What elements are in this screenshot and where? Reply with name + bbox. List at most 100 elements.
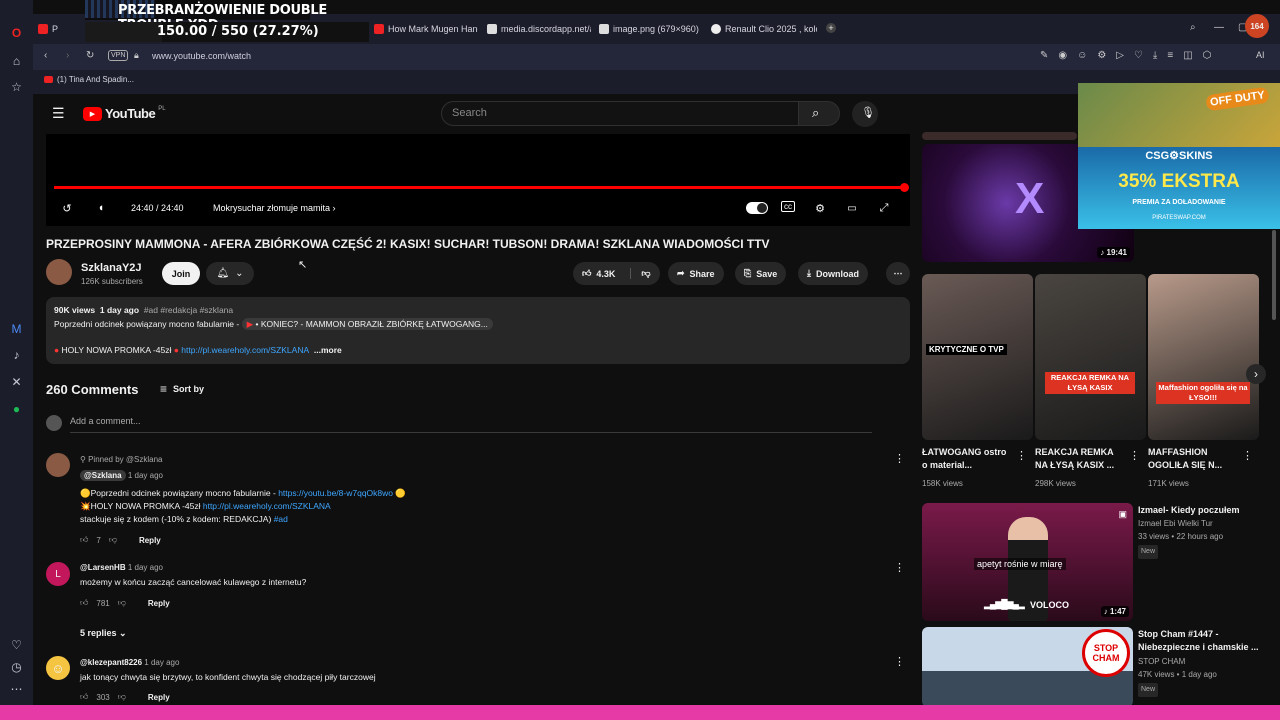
thumbs-down-icon[interactable]: 👎︎: [109, 535, 117, 545]
comment-avatar[interactable]: [46, 453, 70, 477]
youtube-logo[interactable]: ▶ YouTube PL: [83, 106, 166, 121]
short-title[interactable]: MAFFASHION OGOLIŁA SIĘ N...: [1148, 446, 1238, 472]
subscribe-notifications-button[interactable]: 🔔︎ ⌄: [206, 262, 254, 285]
replies-toggle[interactable]: 5 replies ⌄: [80, 628, 127, 639]
spotify-icon[interactable]: ●: [8, 400, 25, 417]
tab-3[interactable]: image.png (679×960): [599, 18, 703, 40]
search-button[interactable]: ⌕: [798, 101, 840, 126]
history-icon[interactable]: ◷: [8, 658, 25, 675]
share-button[interactable]: ➦ Share: [668, 262, 724, 285]
home-icon[interactable]: ⌂: [8, 52, 25, 69]
show-more-link[interactable]: ...more: [314, 345, 342, 355]
comment-link[interactable]: https://youtu.be/8-w7qqOk8wo: [278, 488, 393, 498]
related-title[interactable]: Izmael- Kiedy poczułem: [1138, 504, 1256, 517]
thumbs-down-icon[interactable]: 👎︎: [118, 598, 126, 608]
tab-2[interactable]: media.discordapp.net/att: [487, 18, 591, 40]
chevron-right-icon[interactable]: ›: [1246, 364, 1266, 384]
fullscreen-icon[interactable]: ⤢: [877, 201, 891, 215]
comment-avatar[interactable]: L: [46, 562, 70, 586]
minimize-icon[interactable]: —: [1214, 22, 1224, 33]
related-channel[interactable]: STOP CHAM: [1138, 656, 1185, 668]
reply-button[interactable]: Reply: [148, 693, 170, 702]
reply-button[interactable]: Reply: [148, 599, 170, 608]
thumbs-down-icon[interactable]: 👎︎: [118, 692, 126, 702]
star-icon[interactable]: ☆: [8, 78, 25, 95]
more-actions-button[interactable]: ⋯: [886, 262, 910, 285]
comment-time[interactable]: 1 day ago: [128, 471, 163, 480]
comment-menu-icon[interactable]: ⋮: [894, 655, 905, 668]
comment-time[interactable]: 1 day ago: [144, 658, 179, 667]
reply-button[interactable]: Reply: [139, 536, 161, 545]
search-tabs-icon[interactable]: ⌕: [1190, 22, 1196, 33]
author-chip[interactable]: @Szklana: [80, 470, 126, 481]
back-icon[interactable]: ‹: [44, 50, 47, 61]
short-thumbnail-2[interactable]: Maffashion ogoliła się na ŁYSO!!!: [1148, 274, 1259, 440]
bookmark-item[interactable]: (1) Tina And Spadin...: [44, 75, 134, 84]
short-thumbnail-0[interactable]: KRYTYCZNE O TVP: [922, 274, 1033, 440]
short-title[interactable]: ŁATWOGANG ostro o material...: [922, 446, 1012, 472]
add-comment-input[interactable]: Add a comment...: [70, 416, 872, 433]
url-field[interactable]: www.youtube.com/watch: [152, 51, 251, 61]
forward-icon[interactable]: ›: [66, 50, 69, 61]
short-menu-icon[interactable]: ⋮: [1242, 449, 1253, 462]
autoplay-toggle[interactable]: [746, 202, 768, 214]
author-name[interactable]: @klezepant8226: [80, 658, 142, 667]
x-icon[interactable]: ✕: [8, 373, 25, 390]
tab-4[interactable]: Renault Clio 2025 , kolor p: [711, 18, 817, 40]
aria-ai-button[interactable]: AI: [1256, 50, 1265, 60]
toolbar-extension-icons[interactable]: ✎◉☺⚙▷♡⤓≡◫⬡: [1040, 50, 1221, 61]
promo-link[interactable]: http://pl.weareholy.com/SZKLANA: [181, 345, 309, 355]
short-menu-icon[interactable]: ⋮: [1016, 449, 1027, 462]
thumbs-down-icon[interactable]: 👎︎: [630, 268, 651, 279]
comment-menu-icon[interactable]: ⋮: [894, 561, 905, 574]
related-channel[interactable]: Izmael Ebi Wielki Tur: [1138, 518, 1213, 530]
new-tab-icon[interactable]: +: [826, 23, 836, 33]
tab-1[interactable]: How Mark Mugen Hangs: [374, 18, 478, 40]
short-title[interactable]: REAKCJA REMKA NA ŁYSĄ KASIX ...: [1035, 446, 1125, 472]
vpn-badge[interactable]: VPN: [108, 50, 129, 61]
like-button[interactable]: 👍︎ 4.3K 👎︎: [573, 262, 660, 285]
channel-avatar[interactable]: [46, 259, 72, 285]
linked-video-chip[interactable]: ▶ • KONIEC? - MAMMON OBRAZIŁ ZBIÓRKĘ ŁAT…: [241, 318, 493, 330]
chapter-title[interactable]: Mokrysuchar złomuje mamita ›: [213, 203, 336, 213]
search-input[interactable]: Search: [441, 101, 799, 126]
sponsor-ad[interactable]: OFF DUTY CSG⚙SKINS 35% EKSTRA PREMIA ZA …: [1078, 83, 1280, 229]
captions-icon[interactable]: cc: [781, 201, 795, 212]
thumbs-up-icon[interactable]: 👍︎: [80, 598, 88, 608]
settings-icon[interactable]: ⚙: [813, 201, 827, 215]
scrollbar[interactable]: [1272, 230, 1276, 320]
reload-icon[interactable]: ↻: [86, 50, 94, 61]
replay-icon[interactable]: ↺: [60, 201, 74, 215]
menu-icon[interactable]: ☰: [52, 105, 65, 122]
more-icon[interactable]: ⋯: [8, 680, 25, 697]
gmail-icon[interactable]: M: [8, 320, 25, 337]
comment-link[interactable]: http://pl.weareholy.com/SZKLANA: [203, 501, 331, 511]
heart-icon[interactable]: ♡: [8, 636, 25, 653]
tiktok-icon[interactable]: ♪: [8, 346, 25, 363]
thumbs-up-icon[interactable]: 👍︎: [80, 535, 88, 545]
progress-bar[interactable]: [54, 186, 904, 189]
related-thumbnail[interactable]: STOP CHAM: [922, 627, 1133, 707]
short-thumbnail-1[interactable]: REAKCJA REMKA NA ŁYSĄ KASIX: [1035, 274, 1146, 440]
join-button[interactable]: Join: [162, 262, 200, 285]
lock-icon[interactable]: 🔒︎: [134, 50, 139, 61]
thumbs-up-icon[interactable]: 👍︎: [80, 692, 88, 702]
comment-hashtag[interactable]: #ad: [274, 514, 288, 524]
sort-button[interactable]: ≡ Sort by: [160, 382, 204, 396]
author-name[interactable]: @LarsenHB: [80, 563, 126, 572]
short-menu-icon[interactable]: ⋮: [1129, 449, 1140, 462]
scrubber-handle[interactable]: [900, 183, 909, 192]
channel-name[interactable]: SzklanaY2J: [81, 262, 142, 274]
theater-mode-icon[interactable]: ▭: [845, 201, 859, 215]
related-thumbnail-partial[interactable]: [922, 132, 1077, 140]
comment-menu-icon[interactable]: ⋮: [894, 452, 905, 465]
hashtags[interactable]: #ad #redakcja #szklana: [144, 305, 233, 315]
comment-avatar[interactable]: ☺: [46, 656, 70, 680]
save-button[interactable]: ⎘ Save: [735, 262, 787, 285]
voice-search-button[interactable]: 🎙︎: [852, 101, 878, 127]
related-thumbnail[interactable]: ▣ apetyt rośnie w miarę ▂▄▆█▆▄▂ VOLOCO ♪…: [922, 503, 1133, 621]
volume-icon[interactable]: ◖: [94, 201, 108, 215]
related-title[interactable]: Stop Cham #1447 - Niebezpieczne i chamsk…: [1138, 628, 1263, 654]
download-button[interactable]: ⤓ Download: [798, 262, 868, 285]
comment-time[interactable]: 1 day ago: [128, 563, 163, 572]
